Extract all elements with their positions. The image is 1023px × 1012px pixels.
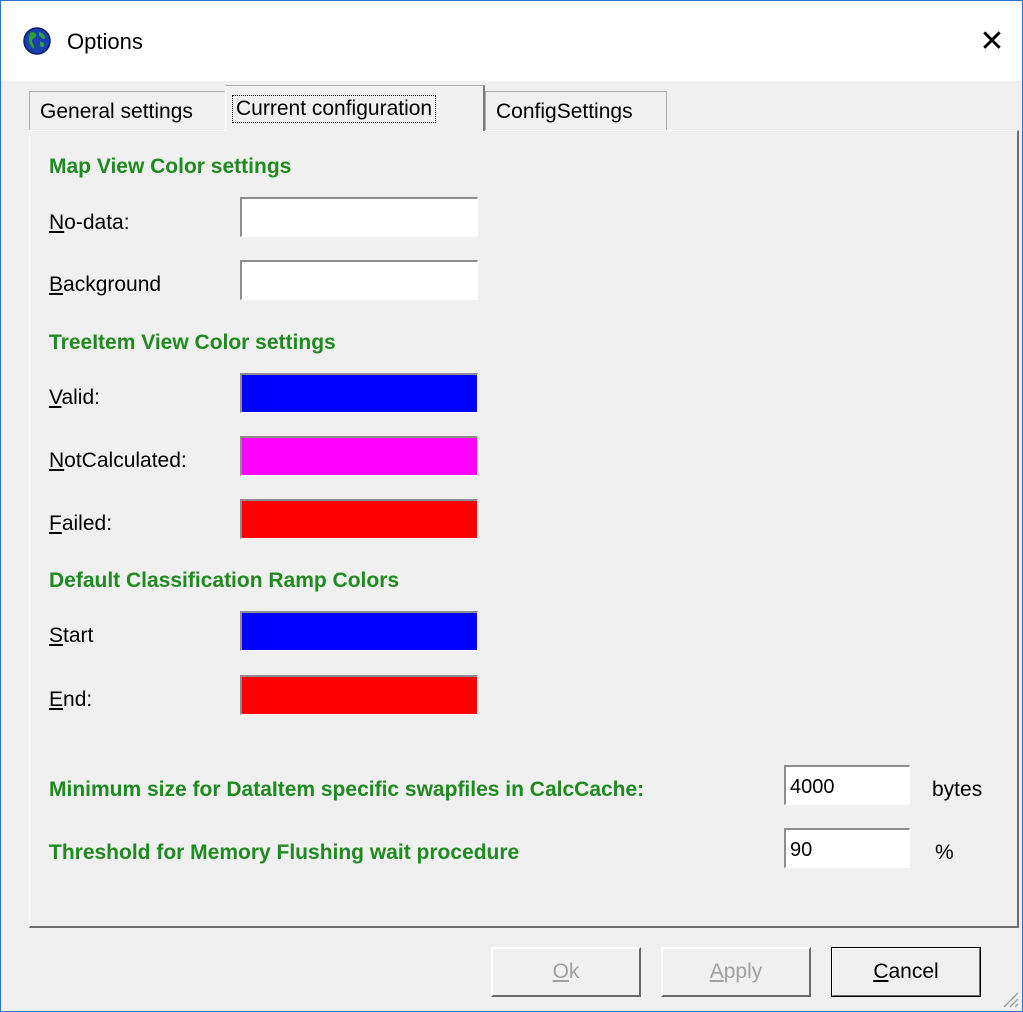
swapfile-size-label: Minimum size for DataItem specific swapf…: [49, 778, 645, 801]
swapfile-size-unit: bytes: [932, 778, 983, 801]
cancel-button[interactable]: Cancel: [831, 947, 981, 997]
swapfile-size-input[interactable]: [784, 765, 910, 805]
ok-button[interactable]: Ok: [491, 947, 641, 997]
options-dialog: Options ✕ General settings Current confi…: [0, 0, 1023, 1012]
tab-label: ConfigSettings: [496, 99, 633, 123]
start-color-swatch[interactable]: [240, 611, 478, 651]
close-icon: ✕: [979, 24, 1005, 58]
end-label: End:: [49, 688, 93, 711]
end-color-swatch[interactable]: [240, 675, 478, 715]
treeitem-view-heading: TreeItem View Color settings: [49, 331, 336, 354]
tab-configsettings[interactable]: ConfigSettings: [485, 91, 667, 131]
resize-grip-icon[interactable]: [998, 987, 1020, 1009]
apply-button[interactable]: Apply: [661, 947, 811, 997]
memory-flush-threshold-label: Threshold for Memory Flushing wait proce…: [49, 841, 520, 864]
ramp-colors-heading: Default Classification Ramp Colors: [49, 569, 400, 592]
failed-label: Failed:: [49, 512, 113, 535]
background-color-swatch[interactable]: [240, 260, 478, 300]
window-title: Options: [67, 29, 143, 54]
background-label: Background: [49, 273, 162, 296]
globe-icon: [23, 27, 51, 55]
valid-label: Valid:: [49, 386, 100, 409]
close-button[interactable]: ✕: [962, 1, 1022, 81]
notcalculated-label: NotCalculated:: [49, 449, 187, 472]
tab-general-settings[interactable]: General settings: [29, 91, 227, 131]
tab-label: Current configuration: [232, 94, 437, 123]
memory-flush-threshold-unit: %: [935, 841, 954, 864]
tab-label: General settings: [40, 99, 193, 123]
title-bar: Options ✕: [1, 1, 1022, 81]
start-label: Start: [49, 624, 94, 647]
notcalculated-color-swatch[interactable]: [240, 436, 478, 476]
valid-color-swatch[interactable]: [240, 373, 478, 413]
failed-color-swatch[interactable]: [240, 499, 478, 539]
map-view-heading: Map View Color settings: [49, 155, 292, 178]
nodata-label: No-data:: [49, 211, 130, 234]
memory-flush-threshold-input[interactable]: [784, 828, 910, 868]
tab-current-configuration[interactable]: Current configuration: [225, 85, 485, 131]
nodata-color-swatch[interactable]: [240, 197, 478, 237]
current-configuration-panel: Map View Color settings No-data: Backgro…: [29, 130, 1019, 928]
